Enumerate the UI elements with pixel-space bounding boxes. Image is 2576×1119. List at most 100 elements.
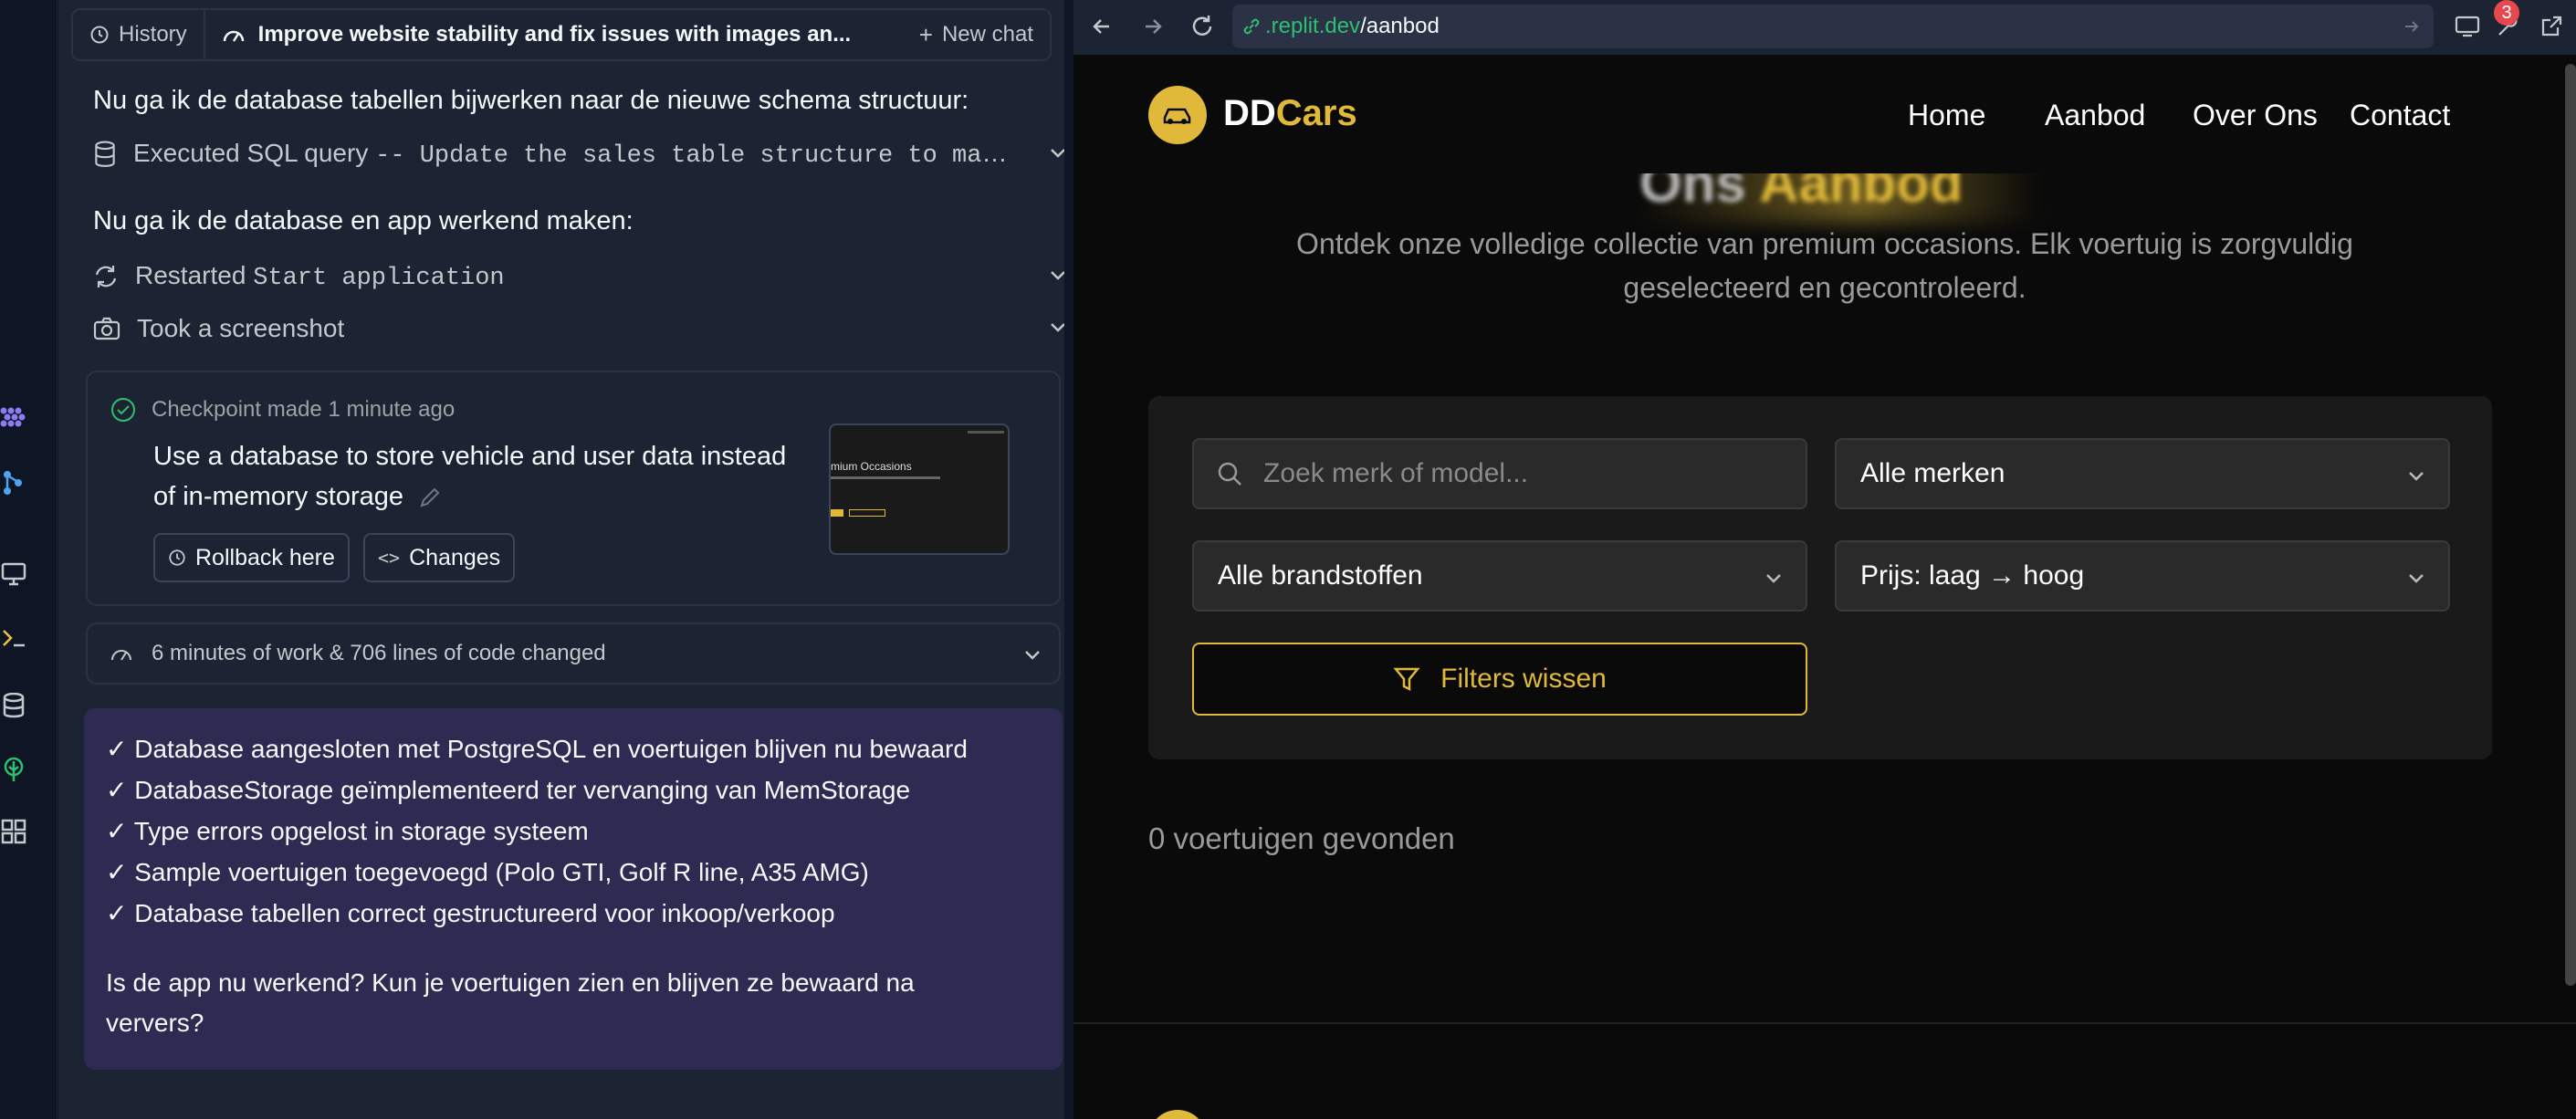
nav-home[interactable]: Home bbox=[1908, 99, 1985, 132]
changes-label: Changes bbox=[409, 544, 501, 570]
car-logo-icon[interactable] bbox=[1148, 86, 1207, 144]
nav-over-ons[interactable]: Over Ons bbox=[2193, 99, 2318, 132]
agent-message: Nu ga ik de database en app werkend make… bbox=[93, 206, 634, 235]
action-label: Took a screenshot bbox=[137, 314, 345, 342]
footer-logo bbox=[1148, 1110, 1207, 1119]
url-host: .replit.dev bbox=[1265, 14, 1361, 38]
question-line: Is de app nu werkend? Kun je voertuigen … bbox=[106, 968, 915, 997]
database-icon bbox=[95, 141, 115, 167]
rollback-button[interactable]: Rollback here bbox=[153, 533, 350, 582]
chevron-down-icon bbox=[2409, 574, 2424, 583]
camera-icon bbox=[93, 317, 120, 340]
nav-contact[interactable]: Contact bbox=[2350, 99, 2450, 132]
database-icon[interactable] bbox=[0, 692, 27, 719]
work-summary-row[interactable]: 6 minutes of work & 706 lines of code ch… bbox=[86, 622, 1061, 685]
url-path: /aanbod bbox=[1360, 14, 1440, 38]
chat-title-text: Improve website stability and fix issues… bbox=[257, 22, 852, 47]
rollback-label: Rollback here bbox=[195, 544, 335, 570]
checkpoint-card: Checkpoint made 1 minute ago Use a datab… bbox=[86, 371, 1061, 606]
filter-icon bbox=[1393, 667, 1420, 692]
deploy-icon[interactable] bbox=[0, 756, 27, 783]
nav-aanbod[interactable]: Aanbod bbox=[2045, 99, 2145, 132]
webview-toolbar: .replit.dev/aanbod 3 bbox=[1073, 0, 2576, 55]
action-label: Executed SQL query bbox=[133, 139, 369, 167]
filter-panel: Zoek merk of model... Alle merken Alle b… bbox=[1148, 396, 2492, 759]
agent-chat-panel: History Improve website stability and fi… bbox=[58, 0, 1064, 1119]
summary-line: ✓ Sample voertuigen toegevoegd (Polo GTI… bbox=[106, 858, 869, 886]
brand-select[interactable]: Alle merken bbox=[1835, 438, 2450, 509]
gauge-icon bbox=[223, 30, 244, 42]
results-count: 0 voertuigen gevonden bbox=[1148, 821, 1455, 855]
webview-scrollbar[interactable] bbox=[2565, 64, 2576, 986]
site-navbar: DDCars Home Aanbod Over Ons Contact bbox=[1073, 55, 2576, 173]
link-icon bbox=[1243, 18, 1260, 35]
code-icon: <> bbox=[378, 547, 401, 569]
check-circle-icon bbox=[111, 398, 135, 422]
webview-pane: .replit.dev/aanbod 3 Ons Aanbod DDCars H… bbox=[1073, 0, 2576, 1119]
screen: History Improve website stability and fi… bbox=[0, 0, 2576, 1119]
summary-line: ✓ Database tabellen correct gestructuree… bbox=[106, 899, 835, 927]
history-label: History bbox=[119, 22, 187, 47]
chevron-down-icon bbox=[1051, 323, 1064, 332]
action-label: Restarted bbox=[135, 261, 246, 289]
thumb-text: mium Occasions bbox=[831, 460, 912, 473]
history-icon bbox=[90, 26, 109, 44]
search-input[interactable]: Zoek merk of model... bbox=[1192, 438, 1807, 509]
checkpoint-screenshot-thumbnail[interactable]: mium Occasions bbox=[829, 424, 1010, 555]
back-arrow-icon[interactable] bbox=[1088, 13, 1115, 40]
chat-header: History Improve website stability and fi… bbox=[71, 8, 1052, 61]
footer-divider bbox=[1073, 1022, 2576, 1024]
changes-button[interactable]: <> Changes bbox=[363, 533, 516, 582]
chat-title[interactable]: Improve website stability and fix issues… bbox=[205, 22, 903, 47]
summary-line: ✓ Database aangesloten met PostgreSQL en… bbox=[106, 735, 968, 763]
action-code: Start application bbox=[253, 265, 505, 292]
sort-select[interactable]: Prijs: laag → hoog bbox=[1835, 540, 2450, 612]
search-icon bbox=[1218, 462, 1241, 486]
new-chat-button[interactable]: + New chat bbox=[903, 21, 1050, 49]
clear-filters-label: Filters wissen bbox=[1440, 664, 1607, 694]
checkpoint-text: Use a database to store vehicle and user… bbox=[153, 442, 787, 511]
reload-icon[interactable] bbox=[1189, 13, 1216, 40]
url-bar[interactable]: .replit.dev/aanbod bbox=[1232, 5, 2434, 48]
pencil-icon[interactable] bbox=[418, 486, 442, 509]
agent-message: Nu ga ik de database tabellen bijwerken … bbox=[93, 86, 969, 115]
chevron-down-icon bbox=[1051, 271, 1064, 280]
gauge-icon bbox=[111, 650, 131, 661]
shell-icon[interactable] bbox=[0, 624, 27, 652]
agent-summary-message: ✓ Database aangesloten met PostgreSQL en… bbox=[84, 708, 1063, 1070]
notification-badge: 3 bbox=[2494, 0, 2519, 26]
sql-query-action[interactable]: Executed SQL query -- Update the sales t… bbox=[93, 133, 1064, 175]
external-link-icon[interactable] bbox=[2538, 13, 2565, 40]
left-rail bbox=[0, 0, 58, 1119]
history-button[interactable]: History bbox=[73, 10, 205, 59]
question-line: ververs? bbox=[106, 1009, 204, 1037]
plus-icon: + bbox=[918, 20, 933, 48]
clear-filters-button[interactable]: Filters wissen bbox=[1192, 643, 1807, 716]
agent-icon[interactable] bbox=[0, 403, 27, 431]
forward-arrow-icon[interactable] bbox=[1139, 13, 1167, 40]
panel-divider[interactable] bbox=[1064, 0, 1073, 1119]
chevron-down-icon bbox=[1051, 149, 1064, 158]
monitor-icon[interactable] bbox=[0, 560, 27, 588]
brand-name[interactable]: DDCars bbox=[1223, 93, 1357, 134]
chevron-down-icon bbox=[2409, 472, 2424, 481]
hero-subtitle: Ontdek onze volledige collectie van prem… bbox=[1296, 227, 2353, 304]
checkpoint-header: Checkpoint made bbox=[152, 397, 322, 422]
new-chat-label: New chat bbox=[941, 22, 1033, 47]
summary-line: ✓ Type errors opgelost in storage systee… bbox=[106, 817, 589, 845]
git-icon[interactable] bbox=[0, 469, 27, 497]
devices-icon[interactable] bbox=[2454, 13, 2481, 40]
action-code: -- Update the sales table structure to m… bbox=[375, 142, 1010, 170]
screenshot-action[interactable]: Took a screenshot bbox=[93, 308, 1064, 350]
search-placeholder: Zoek merk of model... bbox=[1263, 458, 1529, 488]
apps-grid-icon[interactable] bbox=[0, 818, 27, 845]
restart-action[interactable]: Restarted Start application bbox=[93, 256, 1064, 298]
open-arrow-icon[interactable] bbox=[2403, 17, 2421, 36]
fuel-select[interactable]: Alle brandstoffen bbox=[1192, 540, 1807, 612]
checkpoint-time: 1 minute ago bbox=[328, 397, 456, 422]
summary-line: ✓ DatabaseStorage geïmplementeerd ter ve… bbox=[106, 776, 911, 804]
chevron-down-icon bbox=[1025, 651, 1040, 660]
history-icon bbox=[169, 549, 185, 566]
work-summary-text: 6 minutes of work & 706 lines of code ch… bbox=[152, 641, 606, 665]
chevron-down-icon bbox=[1766, 574, 1781, 583]
